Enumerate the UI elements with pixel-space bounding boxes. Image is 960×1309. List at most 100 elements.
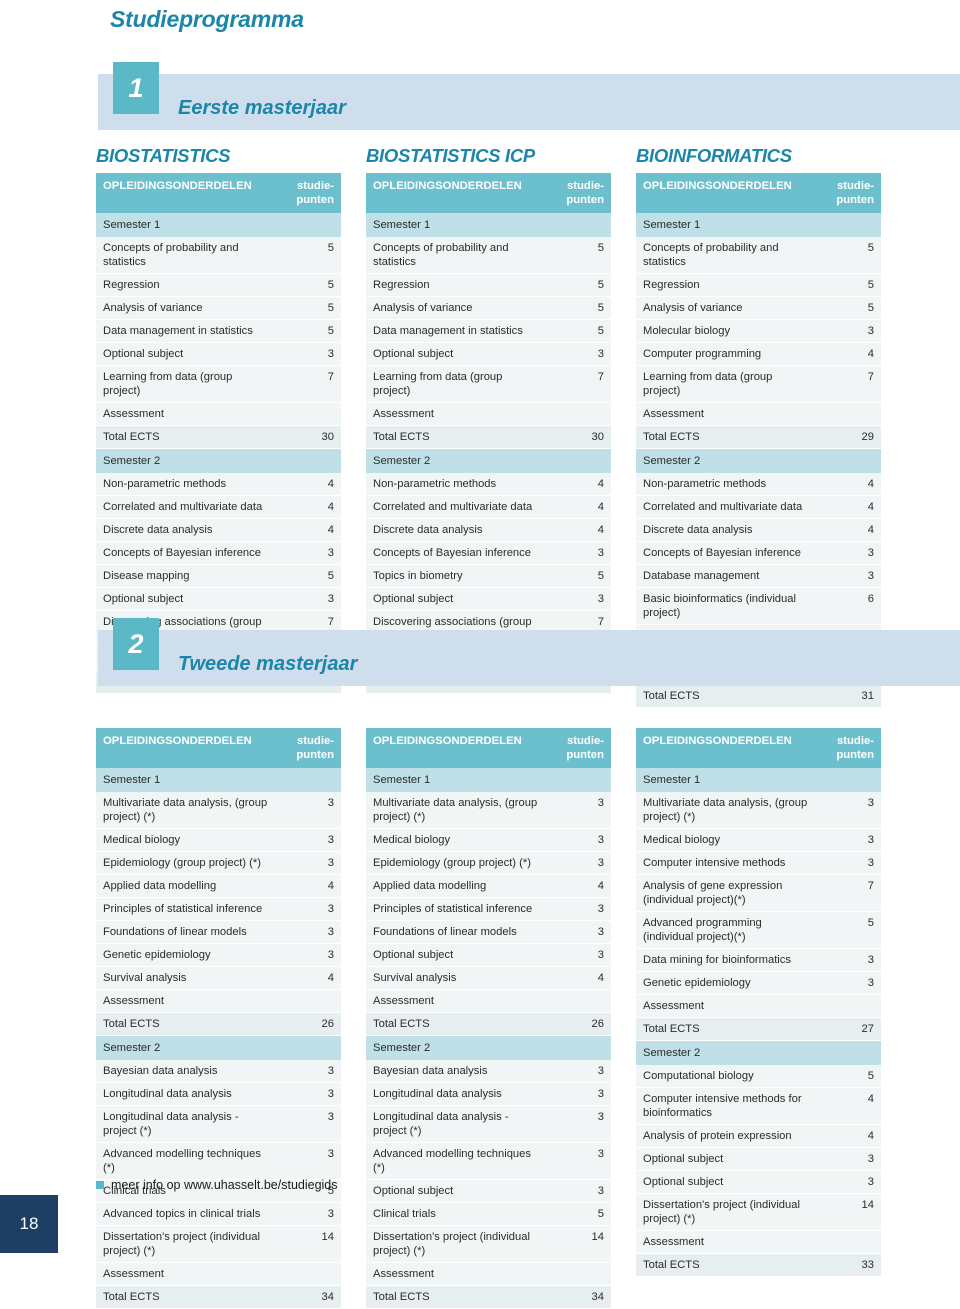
course-row: Non-parametric methods 4 bbox=[366, 473, 611, 497]
course-credits: 3 bbox=[279, 1142, 341, 1181]
course-name: Database management bbox=[636, 564, 819, 589]
course-name: Longitudinal data analysis bbox=[366, 1082, 549, 1107]
semester-row: Semester 2 bbox=[636, 1040, 881, 1066]
course-row: Computational biology 5 bbox=[636, 1065, 881, 1089]
course-credits: 3 bbox=[279, 1060, 341, 1084]
course-name: Advanced modelling techniques (*) bbox=[366, 1142, 549, 1181]
total-ects-value: 26 bbox=[549, 1012, 611, 1037]
course-row: Concepts of probability and statistics 5 bbox=[366, 237, 611, 275]
course-name: Molecular biology bbox=[636, 319, 819, 344]
course-row: Computer intensive methods for bioinform… bbox=[636, 1087, 881, 1126]
semester-row: Semester 2 bbox=[636, 448, 881, 474]
year-2-columns: .OPLEIDINGSONDERDELENstudie-puntenSemest… bbox=[0, 700, 960, 1309]
course-credits: 5 bbox=[549, 296, 611, 321]
course-credits: 5 bbox=[279, 296, 341, 321]
course-row: Concepts of probability and statistics 5 bbox=[96, 237, 341, 275]
course-name: Assessment bbox=[366, 989, 549, 1014]
course-name: Regression bbox=[96, 273, 279, 298]
course-credits: 4 bbox=[819, 1124, 881, 1149]
course-name: Concepts of probability and statistics bbox=[366, 237, 549, 275]
course-name: Longitudinal data analysis bbox=[96, 1082, 279, 1107]
course-row: Analysis of gene expression (individual … bbox=[636, 874, 881, 913]
course-credits: 4 bbox=[279, 966, 341, 991]
course-name: Assessment bbox=[366, 402, 549, 427]
total-ects-label: Total ECTS bbox=[636, 1017, 819, 1042]
course-name: Genetic epidemiology bbox=[96, 943, 279, 968]
course-credits: 3 bbox=[549, 851, 611, 876]
course-row: Advanced programming (individual project… bbox=[636, 911, 881, 950]
course-name: Medical biology bbox=[636, 828, 819, 853]
course-credits: 3 bbox=[279, 920, 341, 945]
course-name: Assessment bbox=[96, 989, 279, 1014]
column-header-name: OPLEIDINGSONDERDELEN bbox=[636, 728, 819, 769]
assessment-row: Assessment bbox=[366, 1262, 611, 1287]
table-header-row: OPLEIDINGSONDERDELEN studie-punten bbox=[96, 173, 341, 214]
course-row: Clinical trials 5 bbox=[366, 1202, 611, 1227]
course-name: Basic bioinformatics (individual project… bbox=[636, 587, 819, 626]
program-table: OPLEIDINGSONDERDELEN studie-punten Semeste… bbox=[96, 728, 341, 1309]
total-ects-label: Total ECTS bbox=[96, 1285, 279, 1309]
course-row: Longitudinal data analysis - project (*)… bbox=[96, 1105, 341, 1144]
course-name: Genetic epidemiology bbox=[636, 971, 819, 996]
course-credits: 3 bbox=[819, 319, 881, 344]
program-table: OPLEIDINGSONDERDELEN studie-punten Semeste… bbox=[96, 173, 341, 695]
course-name: Analysis of variance bbox=[96, 296, 279, 321]
course-credits: 4 bbox=[819, 342, 881, 367]
course-credits: 7 bbox=[819, 874, 881, 913]
total-ects-row: Total ECTS 26 bbox=[96, 1012, 341, 1037]
course-name: Medical biology bbox=[366, 828, 549, 853]
course-credits: 4 bbox=[819, 495, 881, 520]
course-row: Basic bioinformatics (individual project… bbox=[636, 587, 881, 626]
column-header-name: OPLEIDINGSONDERDELEN bbox=[366, 173, 549, 214]
course-row: Regression 5 bbox=[96, 273, 341, 298]
course-row: Computer programming 4 bbox=[636, 342, 881, 367]
semester-label: Semester 1 bbox=[636, 213, 881, 238]
course-credits bbox=[279, 1262, 341, 1287]
year-number-1: 1 bbox=[113, 62, 159, 114]
total-ects-row: Total ECTS 26 bbox=[366, 1012, 611, 1037]
column-header-name: OPLEIDINGSONDERDELEN bbox=[96, 728, 279, 769]
course-row: Dissertation's project (individual proje… bbox=[366, 1225, 611, 1264]
course-credits: 3 bbox=[819, 541, 881, 566]
total-ects-row: Total ECTS30 bbox=[366, 425, 611, 450]
course-row: Medical biology 3 bbox=[96, 828, 341, 853]
course-row: Multivariate data analysis, (group proje… bbox=[96, 792, 341, 830]
course-credits: 5 bbox=[549, 237, 611, 275]
course-name: Analysis of gene expression (individual … bbox=[636, 874, 819, 913]
course-row: Analysis of variance 5 bbox=[636, 296, 881, 321]
course-row: Topics in biometry 5 bbox=[366, 564, 611, 589]
course-row: Applied data modelling 4 bbox=[366, 874, 611, 899]
course-row: Concepts of Bayesian inference 3 bbox=[96, 541, 341, 566]
course-row: Optional subject 3 bbox=[366, 1179, 611, 1204]
total-ects-label: Total ECTS bbox=[96, 1012, 279, 1037]
course-credits: 5 bbox=[819, 1065, 881, 1089]
course-credits: 3 bbox=[549, 828, 611, 853]
course-name: Correlated and multivariate data bbox=[636, 495, 819, 520]
course-name: Optional subject bbox=[366, 1179, 549, 1204]
course-credits: 5 bbox=[279, 237, 341, 275]
course-name: Regression bbox=[636, 273, 819, 298]
course-credits: 3 bbox=[279, 587, 341, 612]
course-credits: 3 bbox=[819, 971, 881, 996]
course-credits: 4 bbox=[819, 1087, 881, 1126]
course-credits: 7 bbox=[279, 365, 341, 404]
table-header-row: OPLEIDINGSONDERDELEN studie-punten bbox=[366, 728, 611, 769]
semester-row: Semester 1 bbox=[636, 768, 881, 793]
course-name: Correlated and multivariate data bbox=[96, 495, 279, 520]
course-credits: 4 bbox=[549, 518, 611, 543]
course-name: Computer intensive methods bbox=[636, 851, 819, 876]
course-credits: 4 bbox=[279, 874, 341, 899]
course-name: Advanced modelling techniques (*) bbox=[96, 1142, 279, 1181]
course-name: Data management in statistics bbox=[366, 319, 549, 344]
course-row: Learning from data (group project) 7 bbox=[96, 365, 341, 404]
total-ects-label: Total ECTS bbox=[366, 425, 549, 450]
course-name: Principles of statistical inference bbox=[96, 897, 279, 922]
course-credits: 3 bbox=[549, 1060, 611, 1084]
course-row: Bayesian data analysis 3 bbox=[96, 1060, 341, 1084]
course-credits: 3 bbox=[549, 342, 611, 367]
program-column: .OPLEIDINGSONDERDELENstudie-puntenSemest… bbox=[366, 700, 611, 1309]
course-name: Non-parametric methods bbox=[96, 473, 279, 497]
course-row: Optional subject 3 bbox=[96, 587, 341, 612]
course-name: Assessment bbox=[96, 1262, 279, 1287]
course-name: Optional subject bbox=[366, 943, 549, 968]
